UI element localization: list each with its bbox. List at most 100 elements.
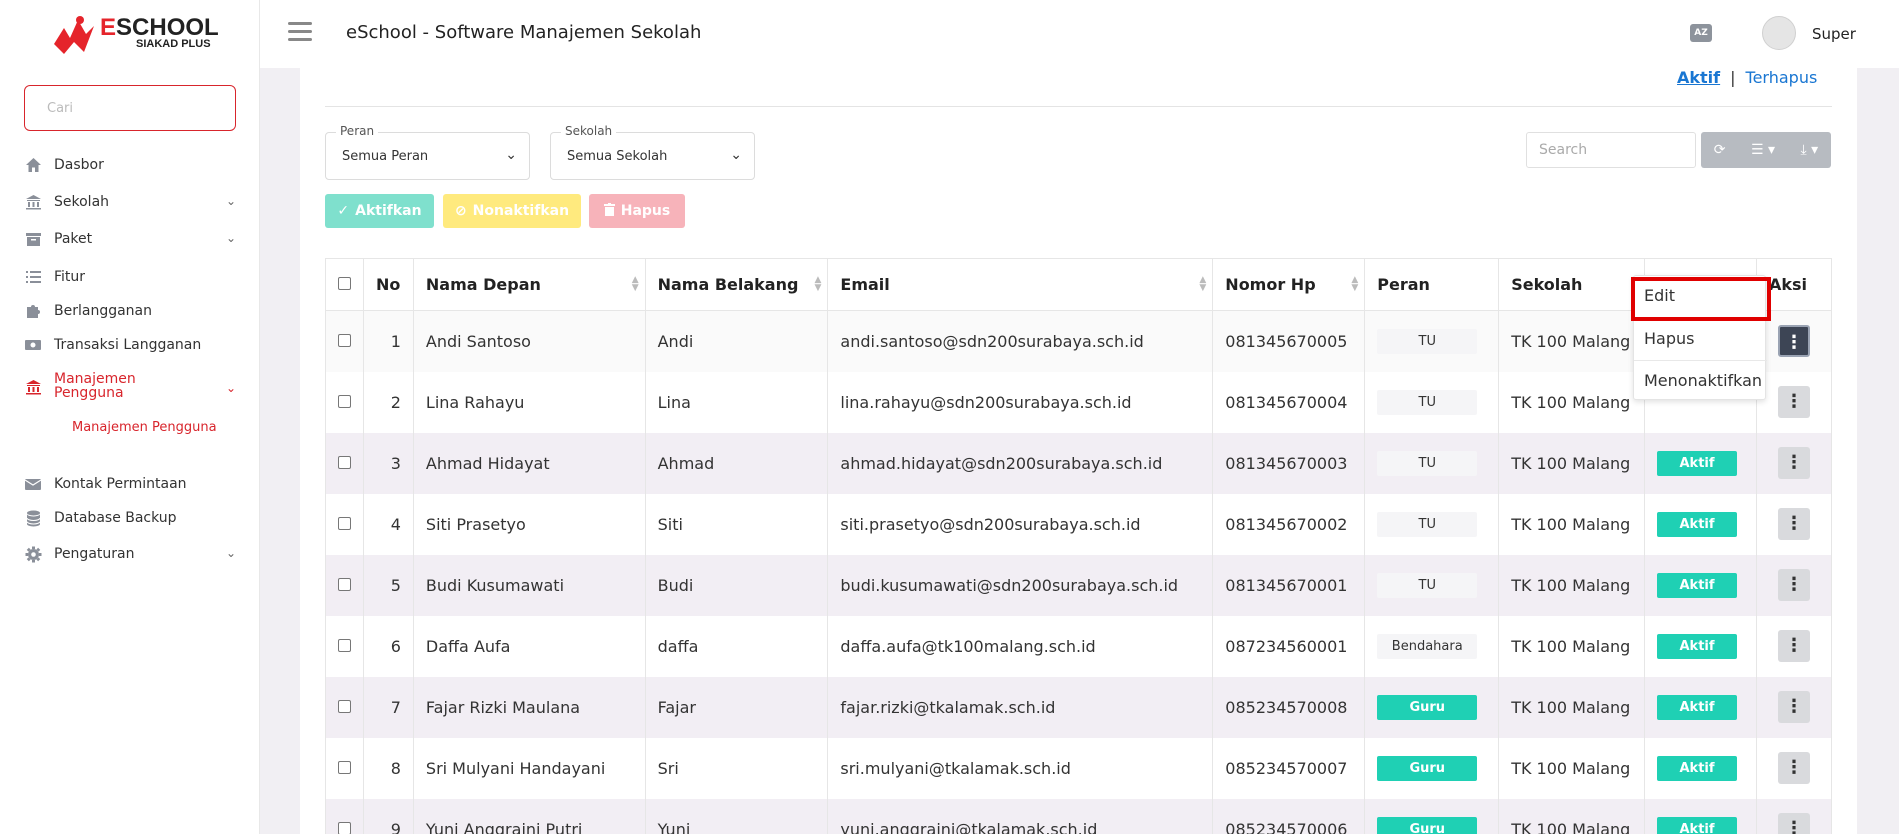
cell-first-name: Lina Rahayu bbox=[412, 371, 646, 433]
cell-no: 2 bbox=[362, 371, 414, 433]
row-actions-button[interactable]: ⋮ bbox=[1777, 691, 1810, 723]
row-checkbox[interactable] bbox=[337, 394, 351, 408]
row-actions-button[interactable]: ⋮ bbox=[1777, 386, 1810, 418]
col-nomor-hp[interactable]: Nomor Hp ▲ ▼ bbox=[1212, 258, 1366, 311]
activate-button[interactable]: ✓ Aktifkan bbox=[325, 194, 434, 228]
refresh-icon[interactable]: ⟳ bbox=[1714, 142, 1726, 158]
sidebar-item-kontak-permintaan[interactable]: Kontak Permintaan bbox=[24, 473, 236, 495]
divider bbox=[325, 106, 1832, 107]
col-nama-depan[interactable]: Nama Depan ▲ ▼ bbox=[412, 258, 646, 311]
user-name[interactable]: Super bbox=[1812, 25, 1856, 43]
col-sekolah[interactable]: Sekolah bbox=[1498, 258, 1646, 311]
cell-first-name: Ahmad Hidayat bbox=[412, 432, 646, 494]
puzzle-icon bbox=[24, 302, 42, 320]
status-badge: Aktif bbox=[1657, 633, 1738, 659]
cell-role: Guru bbox=[1364, 798, 1500, 834]
cell-school: TK 100 Malang bbox=[1498, 493, 1646, 555]
col-label: Nama Depan bbox=[425, 275, 541, 294]
cell-email: fajar.rizki@tkalamak.sch.id bbox=[827, 676, 1214, 738]
cell-status: Aktif bbox=[1644, 493, 1757, 555]
select-all-checkbox[interactable] bbox=[337, 277, 351, 290]
tab-aktif[interactable]: Aktif bbox=[1677, 68, 1720, 87]
menu-divider bbox=[1634, 360, 1767, 361]
columns-icon[interactable]: ☰ ▾ bbox=[1751, 142, 1775, 158]
hamburger-menu-icon[interactable] bbox=[288, 22, 312, 42]
avatar[interactable] bbox=[1762, 16, 1796, 50]
deactivate-button[interactable]: ⊘ Nonaktifkan bbox=[443, 194, 581, 228]
cell-first-name: Sri Mulyani Handayani bbox=[412, 737, 646, 799]
row-checkbox[interactable] bbox=[337, 821, 351, 834]
sidebar-item-dasbor[interactable]: Dasbor bbox=[24, 154, 236, 176]
sidebar-item-manajemen-pengguna[interactable]: Manajemen Pengguna ⌄ bbox=[24, 372, 236, 406]
sidebar-item-database-backup[interactable]: Database Backup bbox=[24, 507, 236, 529]
download-icon[interactable]: ⤓ ▾ bbox=[1801, 142, 1819, 158]
school-filter-select[interactable]: Sekolah Semua Sekolah ⌄ bbox=[550, 124, 755, 180]
role-filter-select[interactable]: Peran Semua Peran ⌄ bbox=[325, 124, 530, 180]
row-select-cell bbox=[325, 676, 364, 738]
col-peran[interactable]: Peran bbox=[1364, 258, 1500, 311]
status-badge: Aktif bbox=[1657, 755, 1738, 781]
row-actions-button[interactable]: ⋮ bbox=[1777, 325, 1810, 358]
delete-button[interactable]: Hapus bbox=[589, 194, 685, 228]
row-select-cell bbox=[325, 554, 364, 616]
sidebar-item-label: Paket bbox=[54, 231, 93, 247]
sidebar-search-input[interactable]: Cari bbox=[24, 85, 236, 131]
select-all-header bbox=[325, 258, 364, 311]
row-checkbox[interactable] bbox=[337, 333, 351, 347]
cell-actions: ⋮ bbox=[1755, 737, 1833, 799]
ban-icon: ⊘ bbox=[454, 203, 467, 219]
row-checkbox[interactable] bbox=[337, 638, 351, 652]
row-actions-button[interactable]: ⋮ bbox=[1777, 630, 1810, 662]
sidebar-item-transaksi-langganan[interactable]: Transaksi Langganan bbox=[24, 334, 236, 356]
col-label: Nama Belakang bbox=[657, 275, 799, 294]
cell-status: Aktif bbox=[1644, 798, 1757, 834]
cell-email: andi.santoso@sdn200surabaya.sch.id bbox=[827, 310, 1214, 372]
role-filter-label: Peran bbox=[336, 124, 379, 138]
cell-first-name: Siti Prasetyo bbox=[412, 493, 646, 555]
sort-icon: ▲ ▼ bbox=[814, 275, 822, 293]
logo-mark-icon bbox=[54, 16, 94, 54]
sidebar-item-label: Berlangganan bbox=[54, 303, 152, 319]
role-badge: Guru bbox=[1377, 816, 1478, 834]
chevron-down-icon: ⌄ bbox=[730, 147, 742, 163]
row-actions-button[interactable]: ⋮ bbox=[1777, 447, 1810, 479]
menu-item-menonaktifkan[interactable]: Menonaktifkan bbox=[1644, 371, 1762, 390]
table-search-input[interactable]: Search bbox=[1526, 132, 1696, 168]
cell-status: Aktif bbox=[1644, 737, 1757, 799]
row-checkbox[interactable] bbox=[337, 577, 351, 591]
row-actions-button[interactable]: ⋮ bbox=[1777, 569, 1810, 601]
users-table: No Nama Depan ▲ ▼ Nama Belakang ▲ ▼ Email ▲ ▼ … bbox=[325, 258, 1833, 834]
row-checkbox[interactable] bbox=[337, 699, 351, 713]
row-actions-button[interactable]: ⋮ bbox=[1777, 752, 1810, 784]
sidebar-item-berlangganan[interactable]: Berlangganan bbox=[24, 300, 236, 322]
sidebar-subitem-manajemen-pengguna[interactable]: Manajemen Pengguna bbox=[72, 420, 217, 435]
row-actions-button[interactable]: ⋮ bbox=[1777, 508, 1810, 540]
menu-item-hapus[interactable]: Hapus bbox=[1644, 329, 1694, 348]
row-checkbox[interactable] bbox=[337, 516, 351, 530]
mail-icon bbox=[24, 475, 42, 493]
col-nama-belakang[interactable]: Nama Belakang ▲ ▼ bbox=[644, 258, 829, 311]
box-icon bbox=[24, 230, 42, 248]
sidebar-item-pengaturan[interactable]: Pengaturan ⌄ bbox=[24, 543, 236, 565]
sidebar-item-sekolah[interactable]: Sekolah ⌄ bbox=[24, 191, 236, 213]
tab-terhapus[interactable]: Terhapus bbox=[1746, 68, 1818, 87]
sidebar-item-paket[interactable]: Paket ⌄ bbox=[24, 228, 236, 250]
cell-actions: ⋮ bbox=[1755, 554, 1833, 616]
row-actions-button[interactable]: ⋮ bbox=[1777, 813, 1810, 834]
status-badge: Aktif bbox=[1657, 694, 1738, 720]
table-row: 7 Fajar Rizki Maulana Fajar fajar.rizki@tka… bbox=[325, 676, 1833, 738]
col-no[interactable]: No bbox=[362, 258, 414, 311]
cell-no: 4 bbox=[362, 493, 414, 555]
sidebar-item-fitur[interactable]: Fitur bbox=[24, 266, 236, 288]
logo[interactable]: ESCHOOL SIAKAD PLUS bbox=[50, 14, 230, 54]
cell-no: 5 bbox=[362, 554, 414, 616]
language-icon[interactable]: AZ bbox=[1690, 24, 1712, 42]
row-checkbox[interactable] bbox=[337, 760, 351, 774]
cell-first-name: Budi Kusumawati bbox=[412, 554, 646, 616]
delete-label: Hapus bbox=[620, 203, 671, 219]
col-email[interactable]: Email ▲ ▼ bbox=[827, 258, 1214, 311]
cell-phone: 081345670002 bbox=[1212, 493, 1366, 555]
cell-role: TU bbox=[1364, 432, 1500, 494]
cell-email: ahmad.hidayat@sdn200surabaya.sch.id bbox=[827, 432, 1214, 494]
row-checkbox[interactable] bbox=[337, 455, 351, 469]
